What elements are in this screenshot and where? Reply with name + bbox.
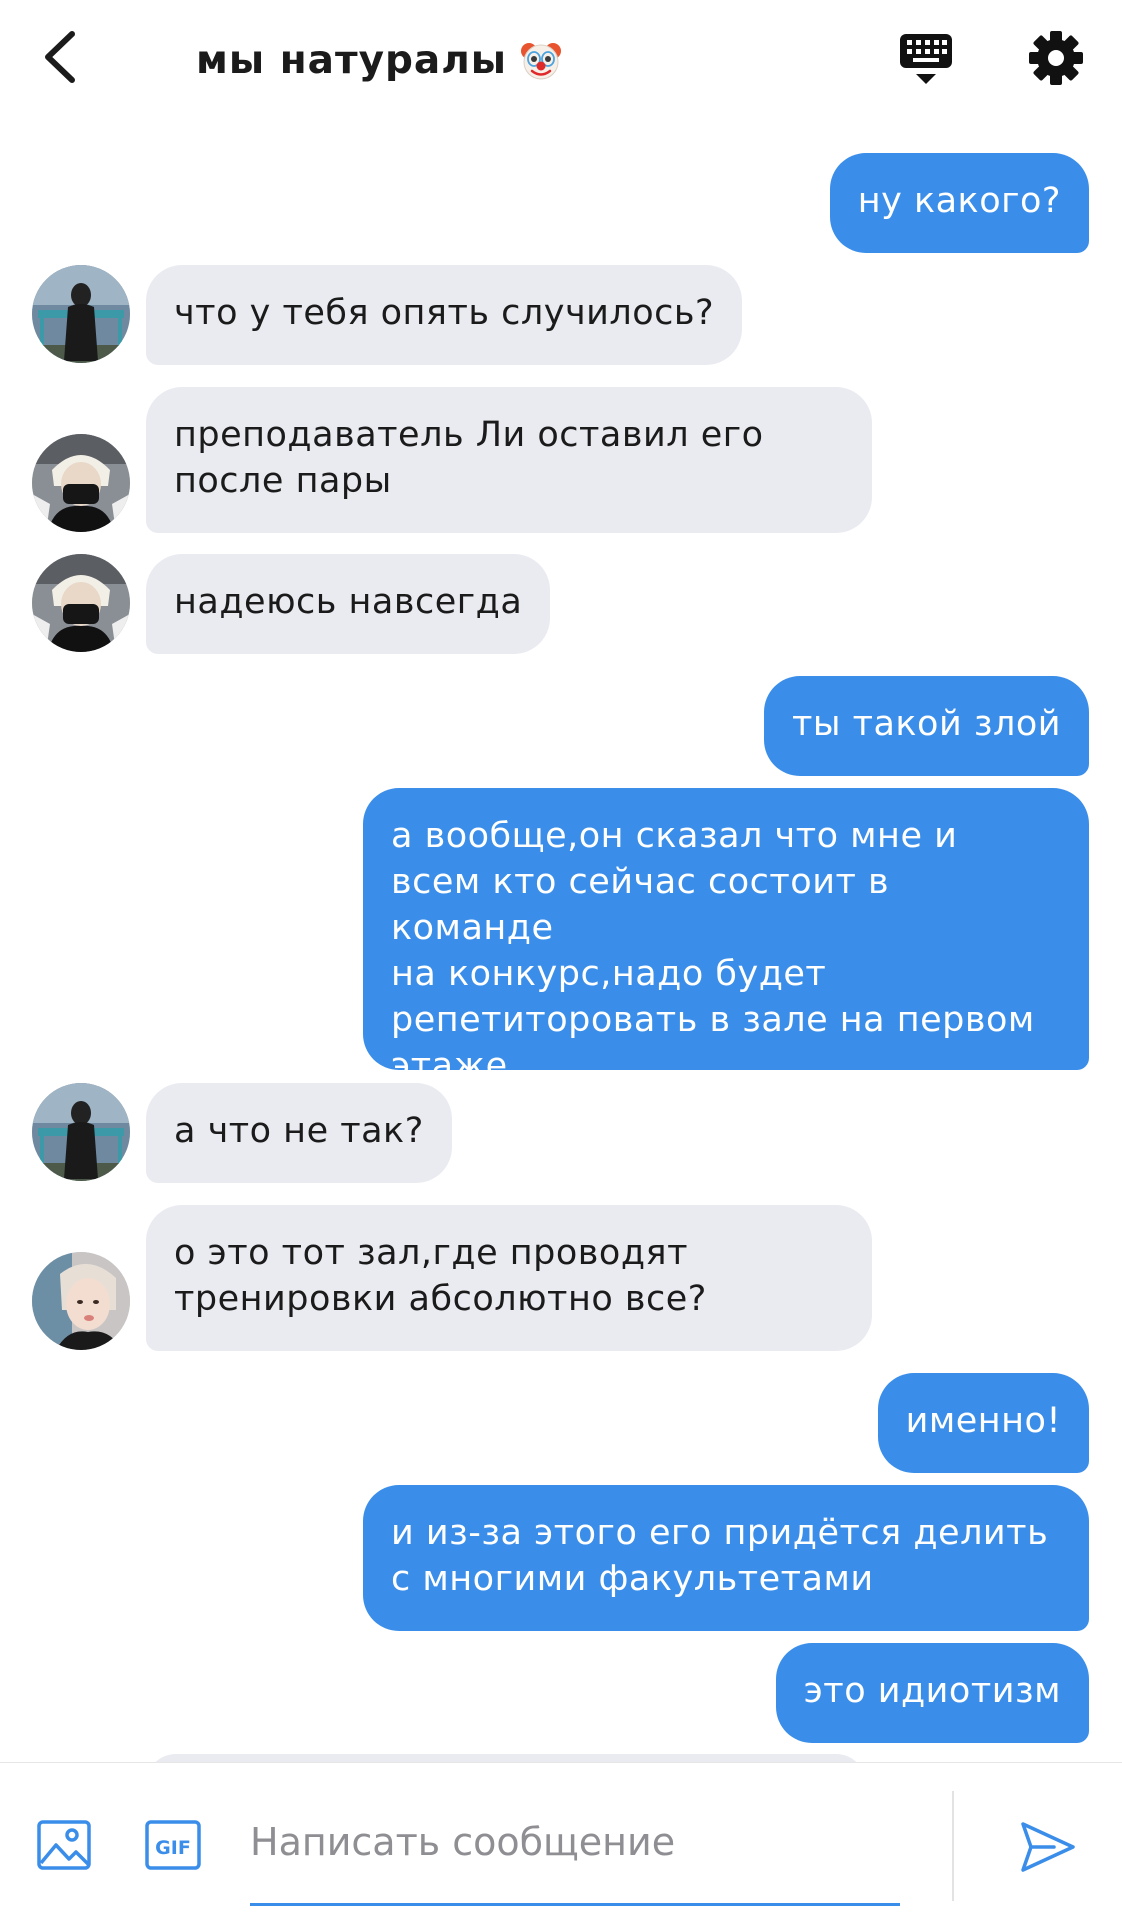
message-row-incoming: что у тебя опять случилось? [0,265,1122,365]
outgoing-message-bubble[interactable]: это идиотизм [775,1643,1089,1743]
chat-header: мы натуралы [0,0,1122,120]
incoming-message-bubble[interactable]: а что не так? [146,1083,452,1183]
message-row-outgoing: именно! [0,1373,1122,1473]
message-row-outgoing: и из-за этого его придётся делить с мног… [0,1485,1122,1631]
message-row-outgoing: это идиотизм [0,1643,1122,1743]
gif-label: GIF [155,1837,191,1859]
outgoing-message-bubble[interactable]: и из-за этого его придётся делить с мног… [363,1485,1089,1631]
keyboard-dismiss-button[interactable] [898,30,954,86]
avatar[interactable] [32,265,130,363]
back-button[interactable] [40,28,80,86]
gear-icon [1029,31,1083,85]
message-row-outgoing: а вообще,он сказал что мне и всем кто се… [0,788,1122,1086]
gif-icon: GIF [145,1820,201,1870]
incoming-message-bubble[interactable]: о это тот зал,где проводят тренировки аб… [146,1205,872,1351]
avatar[interactable] [32,554,130,652]
message-row-incoming [0,1754,1122,1762]
message-row-outgoing: ты такой злой [0,676,1122,776]
outgoing-message-bubble[interactable]: именно! [877,1373,1089,1473]
keyboard-dismiss-icon [900,34,952,84]
message-input[interactable] [250,1809,900,1875]
outgoing-message-bubble[interactable]: ну какого? [829,153,1089,253]
incoming-message-bubble[interactable]: что у тебя опять случилось? [146,265,743,365]
chevron-left-icon [45,31,75,83]
image-icon [37,1820,91,1870]
message-row-incoming: о это тот зал,где проводят тренировки аб… [0,1205,1122,1351]
send-icon [1021,1822,1075,1872]
clown-face-icon [519,38,563,82]
composer-divider [952,1791,954,1901]
message-composer: GIF [0,1762,1122,1921]
outgoing-message-bubble[interactable]: ты такой злой [763,676,1089,776]
avatar[interactable] [32,1083,130,1181]
message-row-incoming: а что не так? [0,1083,1122,1183]
settings-button[interactable] [1028,30,1084,86]
send-button[interactable] [1018,1817,1078,1877]
attach-image-button[interactable] [36,1817,92,1873]
incoming-message-bubble[interactable]: преподаватель Ли оставил его после пары [146,387,872,533]
message-list[interactable]: ну какого? что у тебя опять случилось? п… [0,120,1122,1762]
input-underline [250,1903,900,1906]
message-row-outgoing: ну какого? [0,153,1122,253]
avatar[interactable] [32,434,130,532]
chat-title-text: мы натуралы [196,37,508,83]
incoming-message-bubble-partial[interactable] [146,1754,866,1762]
chat-title: мы натуралы [196,30,563,90]
message-row-incoming: надеюсь навсегда [0,554,1122,654]
gif-button[interactable]: GIF [144,1817,202,1873]
incoming-message-bubble[interactable]: надеюсь навсегда [146,554,551,654]
message-row-incoming: преподаватель Ли оставил его после пары [0,387,1122,533]
outgoing-message-bubble[interactable]: а вообще,он сказал что мне и всем кто се… [363,788,1089,1086]
avatar[interactable] [32,1252,130,1350]
